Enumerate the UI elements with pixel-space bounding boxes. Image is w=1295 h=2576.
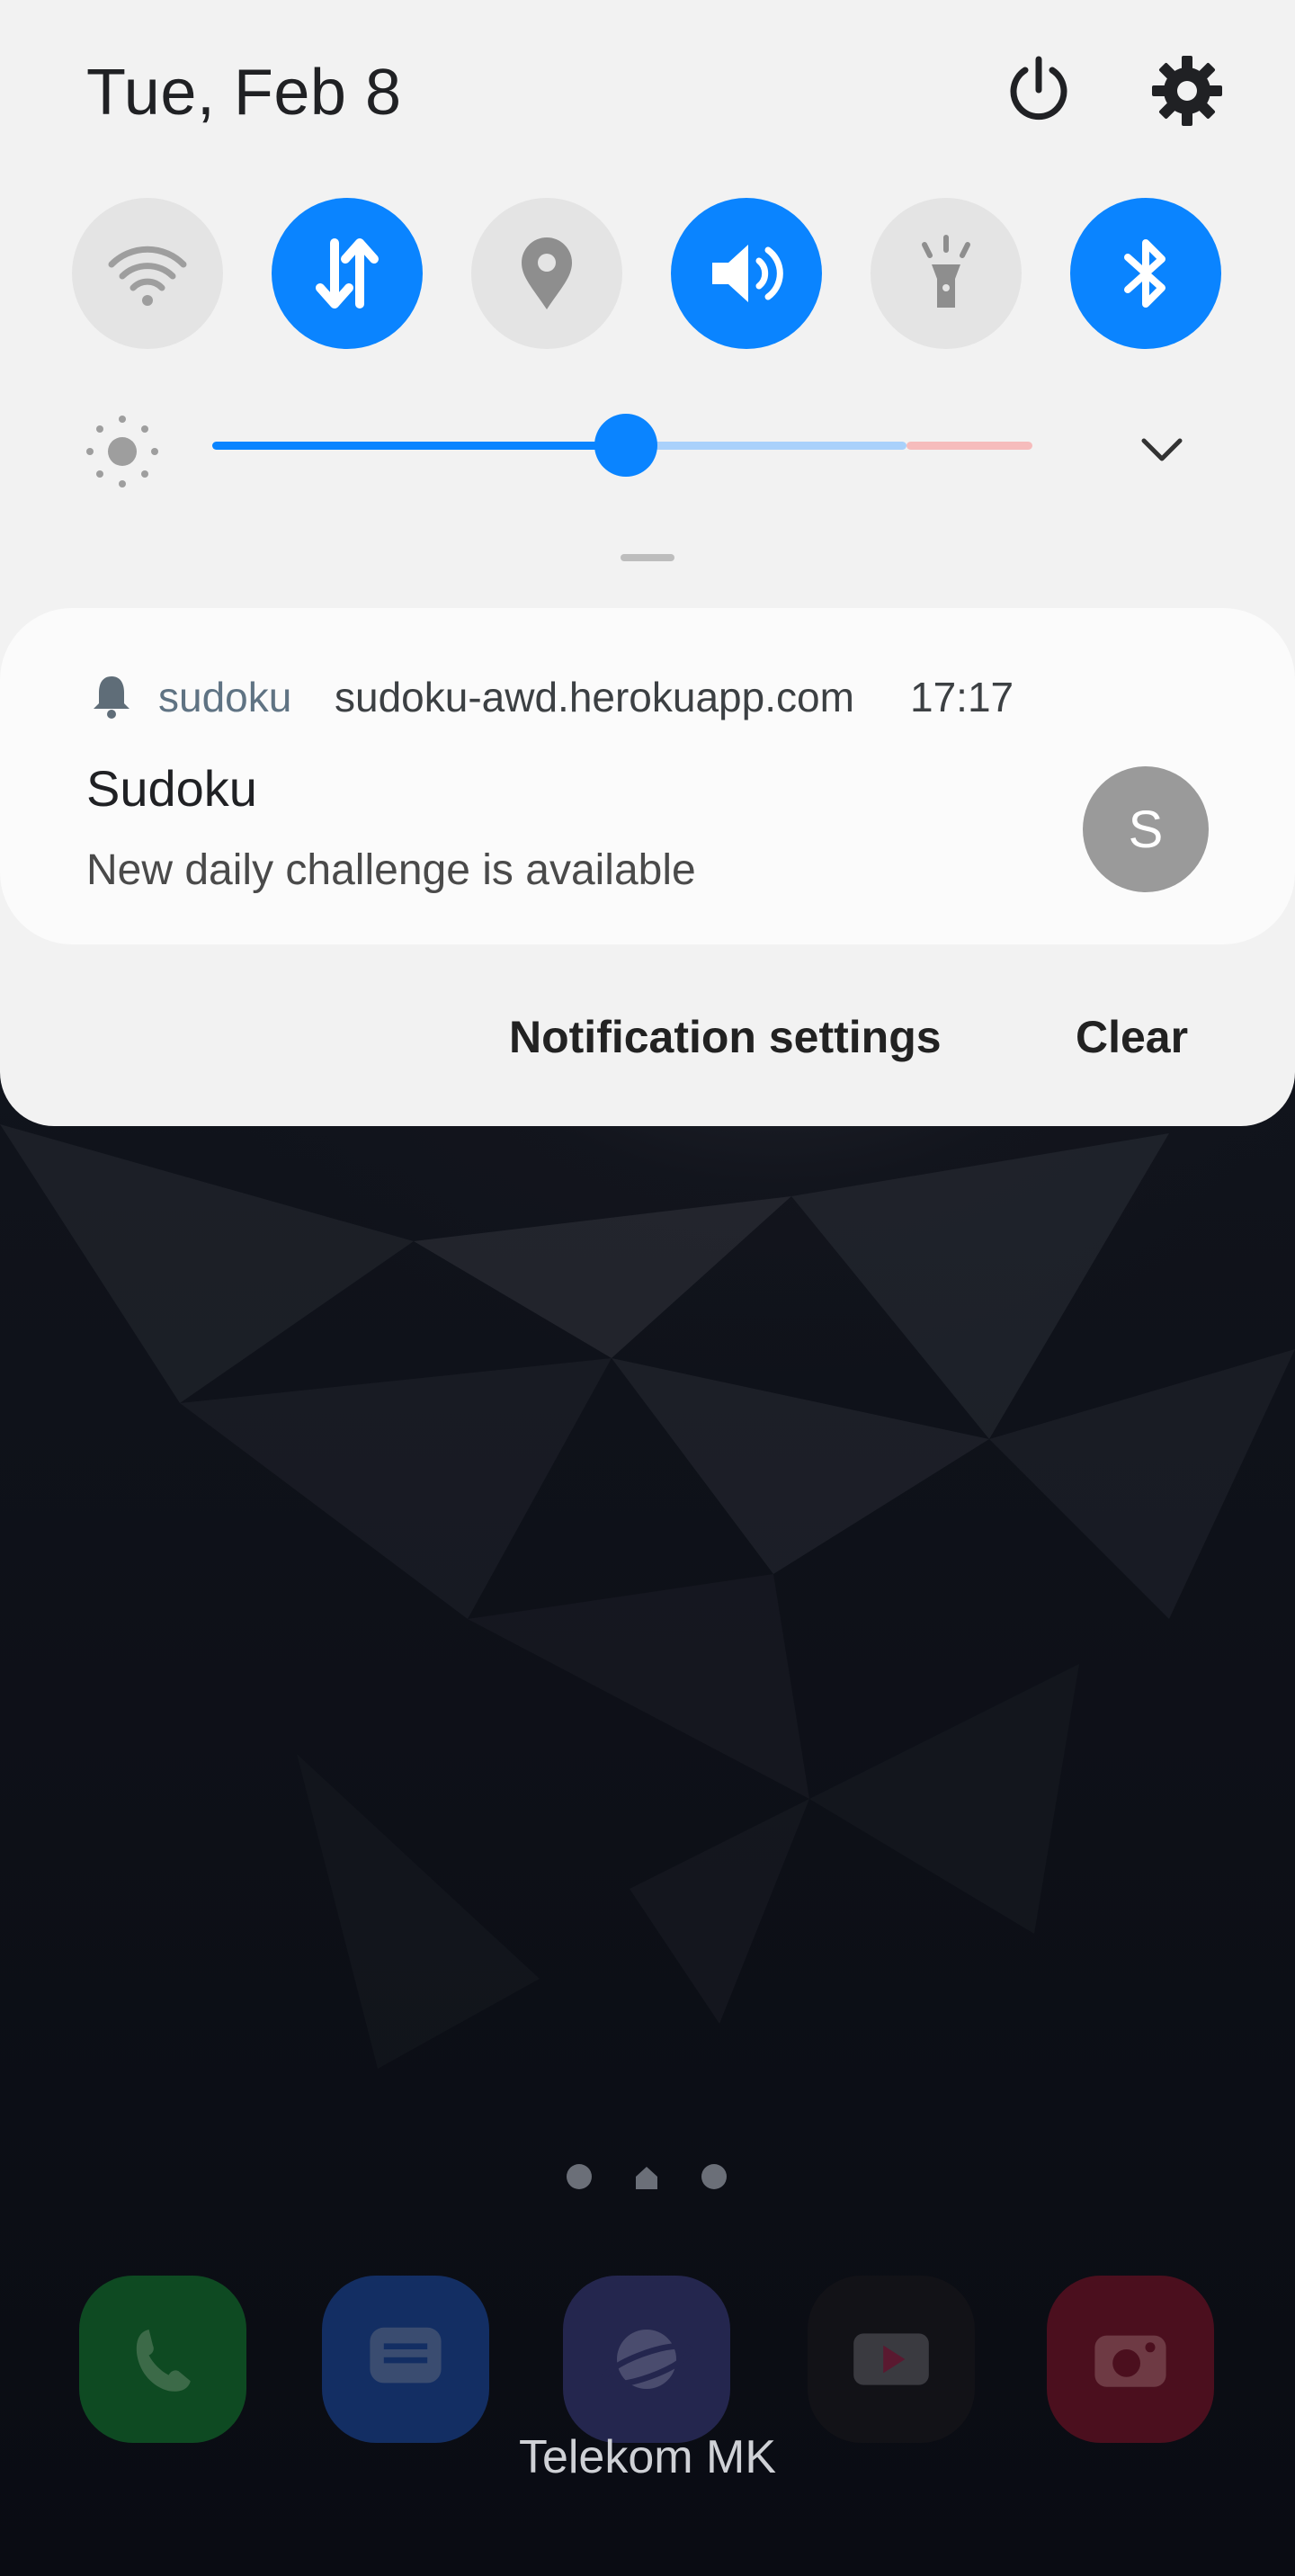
notification-card[interactable]: sudoku sudoku-awd.herokuapp.com 17:17 Su… [0, 608, 1295, 944]
camera-icon [1094, 2335, 1166, 2387]
settings-button[interactable] [1147, 50, 1228, 131]
brightness-icon [83, 412, 162, 491]
bell-icon [86, 671, 137, 721]
notification-app-name: sudoku [158, 674, 292, 720]
wifi-icon [108, 246, 187, 306]
bluetooth-icon [1124, 239, 1166, 308]
page-indicator-right[interactable] [701, 2164, 728, 2191]
mobile-data-icon [316, 238, 379, 309]
youtube-icon [853, 2333, 929, 2385]
clear-button[interactable]: Clear [1076, 1011, 1188, 1063]
notification-source: sudoku-awd.herokuapp.com [335, 674, 854, 720]
bluetooth-toggle[interactable] [1070, 198, 1221, 349]
messages-icon [370, 2327, 442, 2384]
date-label: Tue, Feb 8 [86, 57, 402, 129]
sound-toggle[interactable] [671, 198, 822, 349]
brightness-track-filled [212, 442, 626, 450]
gear-icon [1152, 56, 1222, 126]
power-icon [1010, 56, 1067, 121]
phone-app-icon[interactable] [79, 2276, 246, 2443]
location-icon [522, 237, 572, 309]
camera-app-icon[interactable] [1047, 2276, 1214, 2443]
messages-app-icon[interactable] [322, 2276, 489, 2443]
notification-settings-button[interactable]: Notification settings [509, 1011, 942, 1063]
notification-title: Sudoku [86, 760, 257, 817]
chevron-down-icon [1141, 438, 1183, 461]
internet-app-icon[interactable] [563, 2276, 730, 2443]
notification-text: New daily challenge is available [86, 846, 696, 894]
avatar: S [1083, 766, 1209, 892]
flashlight-toggle[interactable] [871, 198, 1022, 349]
brightness-thumb[interactable] [594, 414, 657, 477]
internet-icon [600, 2330, 693, 2389]
youtube-app-icon[interactable] [808, 2276, 975, 2443]
expand-button[interactable] [1135, 423, 1189, 477]
wifi-toggle[interactable] [72, 198, 223, 349]
carrier-name: Telekom MK [518, 2431, 777, 2483]
flashlight-icon [922, 235, 970, 308]
home-page-indicator-icon[interactable] [633, 2164, 660, 2191]
notification-panel: Tue, Feb 8 sudoku sudoku-awd.herokuapp.c… [0, 0, 1295, 1126]
brightness-track-remaining [626, 442, 906, 450]
notification-time: 17:17 [910, 674, 1014, 720]
mobile-data-toggle[interactable] [272, 198, 423, 349]
panel-drag-handle[interactable] [621, 554, 674, 561]
phone-icon [136, 2330, 191, 2392]
power-button[interactable] [998, 50, 1079, 131]
page-indicator-left[interactable] [567, 2164, 594, 2191]
brightness-slider[interactable] [212, 414, 1032, 477]
location-toggle[interactable] [471, 198, 622, 349]
brightness-track-high [906, 442, 1032, 450]
sound-icon [712, 245, 783, 302]
